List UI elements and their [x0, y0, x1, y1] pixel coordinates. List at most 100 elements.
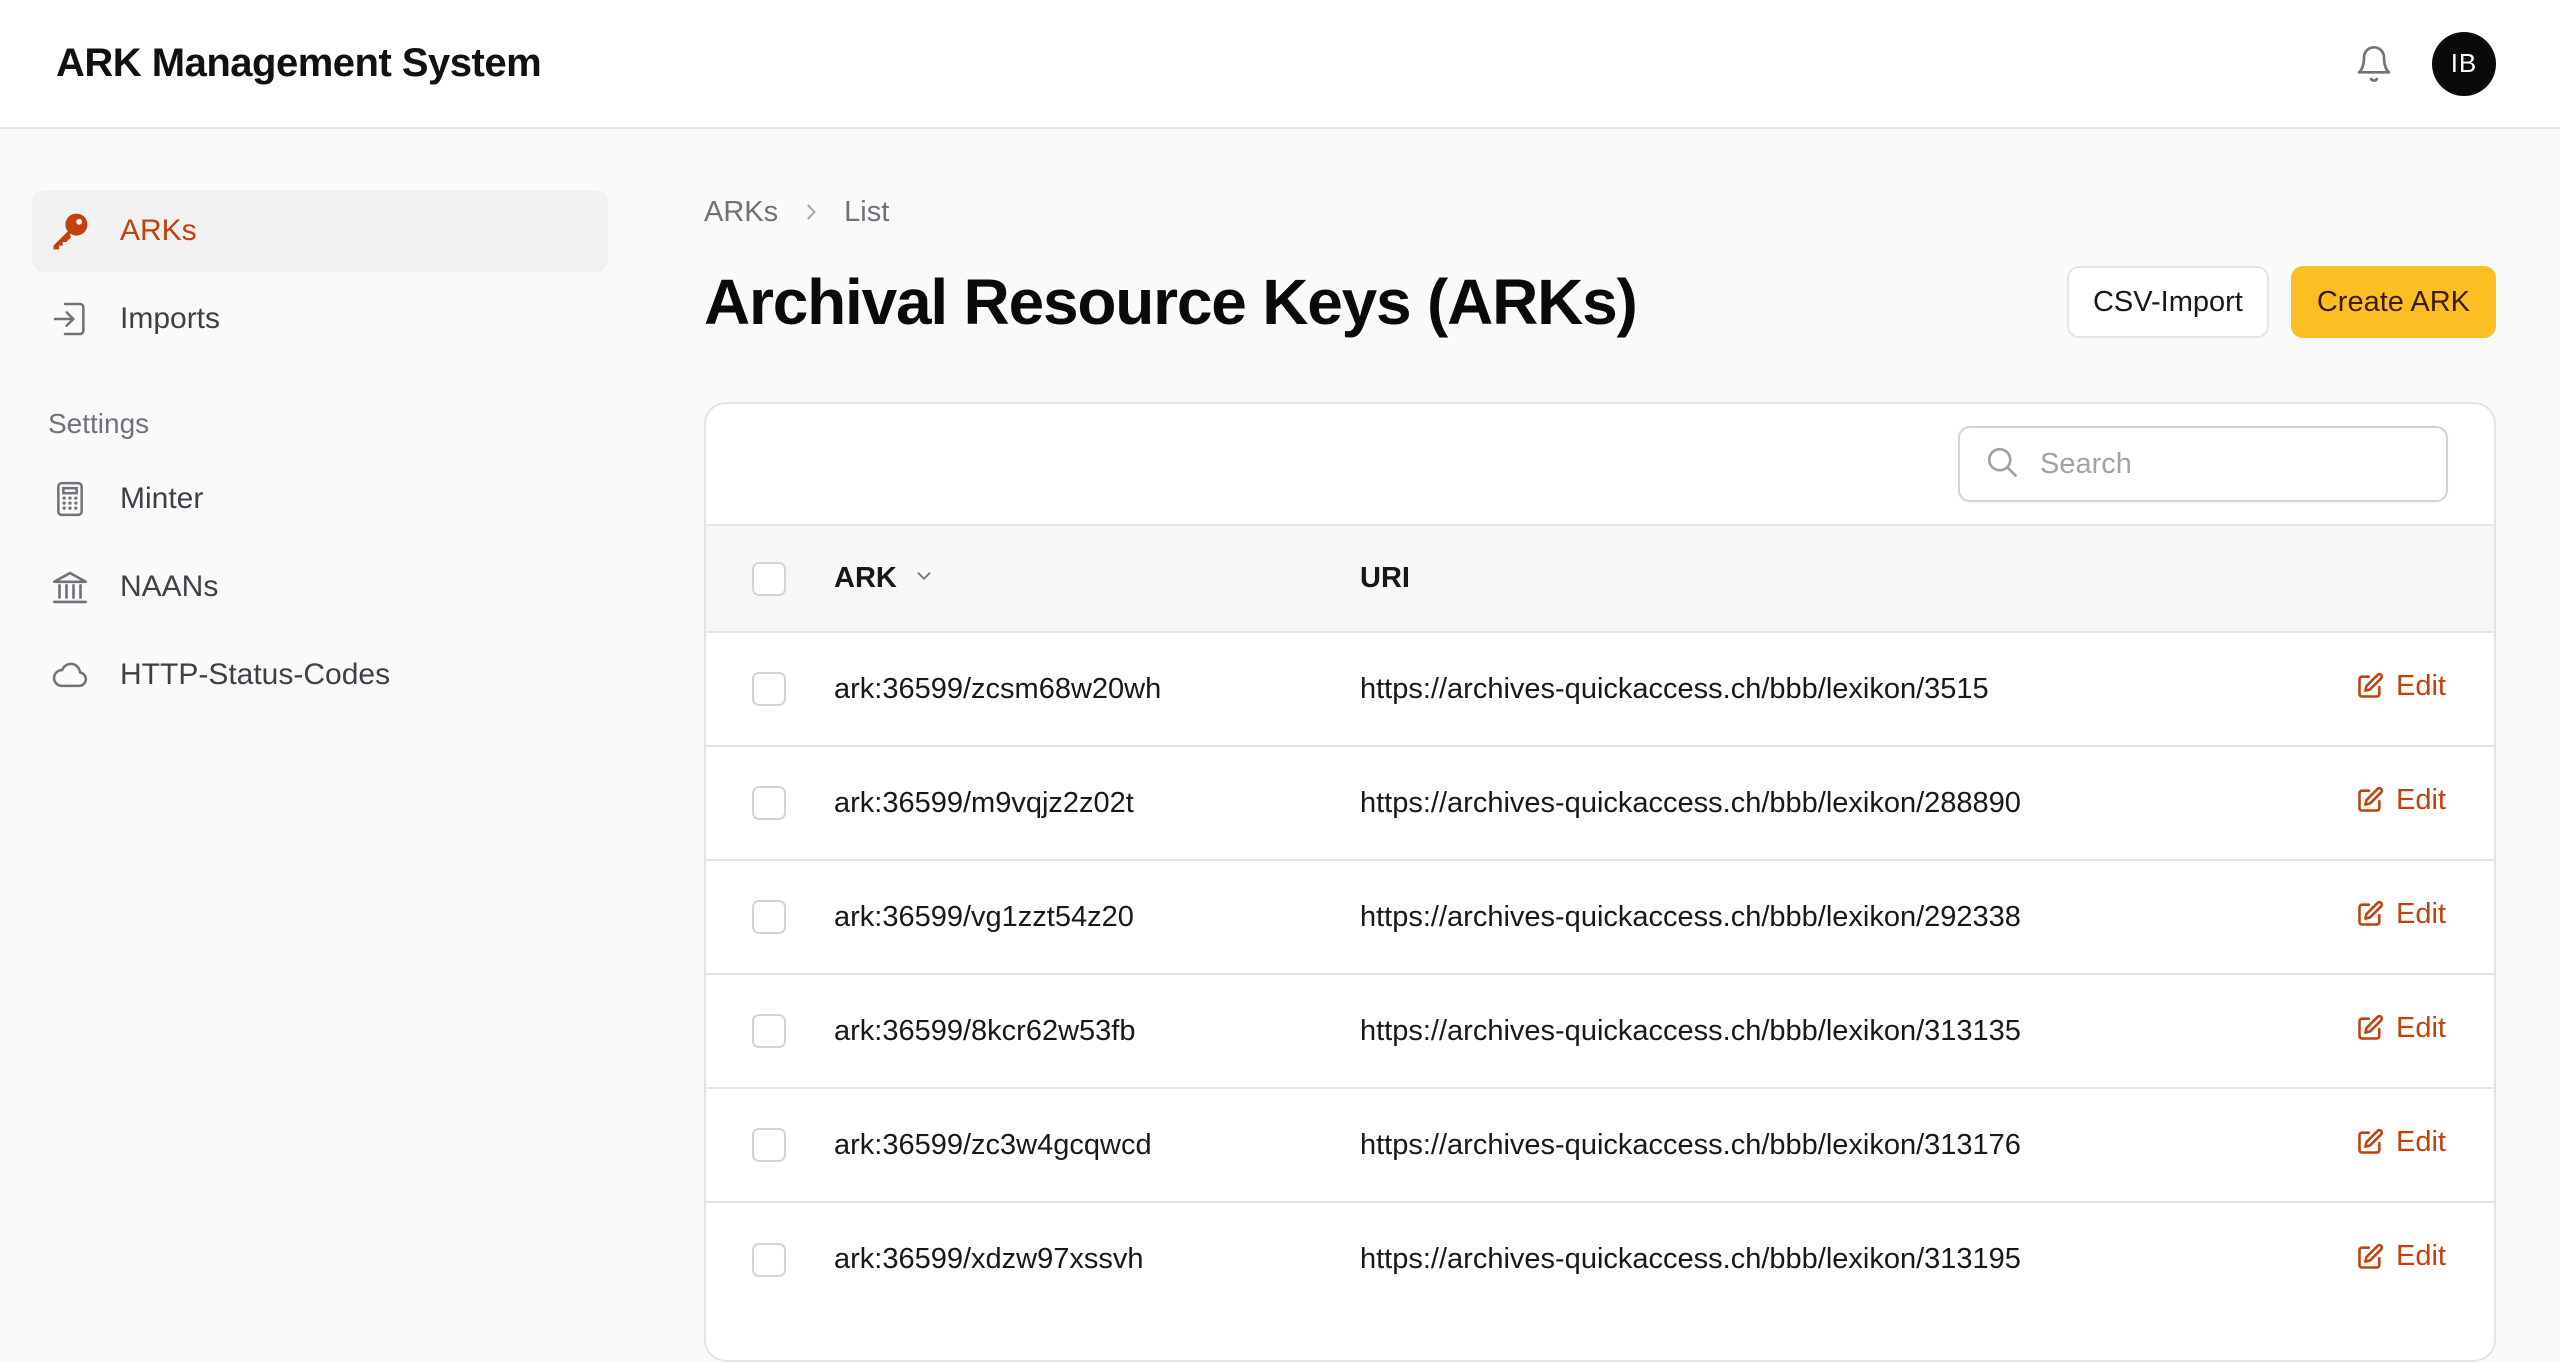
select-all-checkbox[interactable] — [752, 561, 786, 596]
uri-cell: https://archives-quickaccess.ch/bbb/lexi… — [1360, 1128, 2021, 1161]
row-checkbox[interactable] — [752, 786, 786, 821]
edit-cell: Edit — [2298, 632, 2494, 746]
arks-table: ARK URI ark:36599/zcsm68w20wh https://arc… — [706, 526, 2494, 1316]
edit-cell: Edit — [2298, 1202, 2494, 1316]
arks-table-card: ARK URI ark:36599/zcsm68w20wh https://arc… — [704, 402, 2496, 1362]
sidebar-item-http-status-codes[interactable]: HTTP-Status-Codes — [32, 634, 608, 716]
ark-column-label: ARK — [834, 562, 897, 594]
table-header-row: ARK URI — [706, 526, 2494, 632]
edit-cell: Edit — [2298, 746, 2494, 860]
settings-group-label: Settings — [48, 408, 150, 439]
edit-button[interactable]: Edit — [2356, 898, 2446, 931]
ark-cell: ark:36599/xdzw97xssvh — [834, 1243, 1144, 1275]
row-select-cell — [706, 746, 834, 860]
sidebar-item-arks[interactable]: ARKs — [32, 190, 608, 272]
edit-icon — [2356, 1014, 2384, 1042]
ark-cell: ark:36599/vg1zzt54z20 — [834, 900, 1134, 933]
edit-button[interactable]: Edit — [2356, 784, 2446, 817]
uri-cell: https://archives-quickaccess.ch/bbb/lexi… — [1360, 900, 2021, 933]
search-icon — [1984, 444, 2020, 485]
ark-cell: ark:36599/m9vqjz2z02t — [834, 786, 1134, 819]
select-all-cell — [706, 526, 834, 632]
row-checkbox[interactable] — [752, 900, 786, 935]
search-input[interactable] — [2040, 447, 2420, 481]
sidebar-item-naans[interactable]: NAANs — [32, 546, 608, 628]
search-box[interactable] — [1958, 426, 2448, 502]
actions-column-header — [2298, 526, 2494, 632]
sidebar-item-label: NAANs — [120, 570, 219, 603]
create-ark-button[interactable]: Create ARK — [2290, 266, 2496, 338]
sidebar-item-label: HTTP-Status-Codes — [120, 658, 391, 691]
page-title: Archival Resource Keys (ARKs) — [704, 266, 1638, 338]
edit-cell: Edit — [2298, 974, 2494, 1088]
table-row: ark:36599/8kcr62w53fb https://archives-qu… — [706, 974, 2494, 1088]
main-content: ARKs List Archival Resource Keys (ARKs) … — [704, 190, 2496, 1362]
edit-label: Edit — [2396, 897, 2446, 930]
edit-label: Edit — [2396, 1011, 2446, 1044]
breadcrumb-parent[interactable]: ARKs — [704, 196, 778, 229]
uri-column-label: URI — [1360, 562, 1410, 594]
edit-cell: Edit — [2298, 860, 2494, 974]
sidebar-item-label: ARKs — [120, 214, 197, 247]
edit-icon — [2356, 1128, 2384, 1156]
table-row: ark:36599/zcsm68w20wh https://archives-qu… — [706, 632, 2494, 746]
table-row: ark:36599/xdzw97xssvh https://archives-qu… — [706, 1202, 2494, 1316]
table-row: ark:36599/zc3w4gcqwcd https://archives-qu… — [706, 1088, 2494, 1202]
uri-cell: https://archives-quickaccess.ch/bbb/lexi… — [1360, 1243, 2021, 1275]
uri-cell: https://archives-quickaccess.ch/bbb/lexi… — [1360, 672, 1989, 705]
top-bar: ARK Management System IB — [0, 0, 2560, 129]
edit-label: Edit — [2396, 783, 2446, 816]
edit-button[interactable]: Edit — [2356, 1240, 2446, 1273]
row-select-cell — [706, 974, 834, 1088]
sidebar-item-imports[interactable]: Imports — [32, 278, 608, 360]
breadcrumb-current: List — [844, 195, 890, 228]
edit-icon — [2356, 786, 2384, 814]
row-checkbox[interactable] — [752, 1128, 786, 1163]
uri-cell: https://archives-quickaccess.ch/bbb/lexi… — [1360, 786, 2021, 819]
csv-import-button[interactable]: CSV-Import — [2066, 266, 2269, 338]
page-actions: CSV-Import Create ARK — [2066, 266, 2496, 338]
uri-column-header: URI — [1360, 526, 2298, 632]
row-select-cell — [706, 632, 834, 746]
notifications-bell-icon[interactable] — [2352, 42, 2396, 86]
calculator-icon — [48, 477, 92, 521]
table-toolbar — [706, 404, 2494, 526]
edit-button[interactable]: Edit — [2356, 670, 2446, 703]
bank-icon — [48, 565, 92, 609]
page-header: Archival Resource Keys (ARKs) CSV-Import… — [704, 254, 2496, 350]
edit-cell: Edit — [2298, 1088, 2494, 1202]
top-right-controls: IB — [2352, 31, 2496, 96]
sidebar-item-label: Imports — [120, 302, 221, 335]
sidebar-item-label: Minter — [120, 482, 204, 515]
row-checkbox[interactable] — [752, 1242, 786, 1277]
ark-cell: ark:36599/zcsm68w20wh — [834, 672, 1162, 705]
breadcrumb: ARKs List — [704, 190, 2496, 234]
row-select-cell — [706, 1202, 834, 1316]
edit-icon — [2356, 672, 2384, 700]
user-avatar[interactable]: IB — [2432, 31, 2496, 96]
row-checkbox[interactable] — [752, 672, 786, 707]
table-body: ark:36599/zcsm68w20wh https://archives-qu… — [706, 632, 2494, 1316]
ark-column-header[interactable]: ARK — [834, 526, 1360, 632]
key-icon — [48, 209, 92, 253]
ark-cell: ark:36599/zc3w4gcqwcd — [834, 1128, 1152, 1161]
create-ark-label: Create ARK — [2316, 285, 2470, 318]
import-icon — [48, 297, 92, 341]
table-row: ark:36599/m9vqjz2z02t https://archives-qu… — [706, 746, 2494, 860]
edit-button[interactable]: Edit — [2356, 1126, 2446, 1159]
edit-icon — [2356, 1243, 2384, 1271]
sidebar-item-minter[interactable]: Minter — [32, 458, 608, 540]
cloud-icon — [48, 653, 92, 697]
ark-sort-toggle[interactable]: ARK — [834, 562, 935, 595]
chevron-right-icon — [800, 201, 822, 223]
chevron-down-icon — [913, 562, 935, 595]
edit-label: Edit — [2396, 1240, 2446, 1273]
edit-label: Edit — [2396, 669, 2446, 702]
row-select-cell — [706, 1088, 834, 1202]
row-checkbox[interactable] — [752, 1014, 786, 1049]
app-title: ARK Management System — [56, 41, 542, 85]
sidebar: ARKs Imports Settings Minter NAANs HTTP-… — [32, 190, 608, 722]
table-row: ark:36599/vg1zzt54z20 https://archives-qu… — [706, 860, 2494, 974]
edit-button[interactable]: Edit — [2356, 1012, 2446, 1045]
ark-cell: ark:36599/8kcr62w53fb — [834, 1014, 1136, 1047]
